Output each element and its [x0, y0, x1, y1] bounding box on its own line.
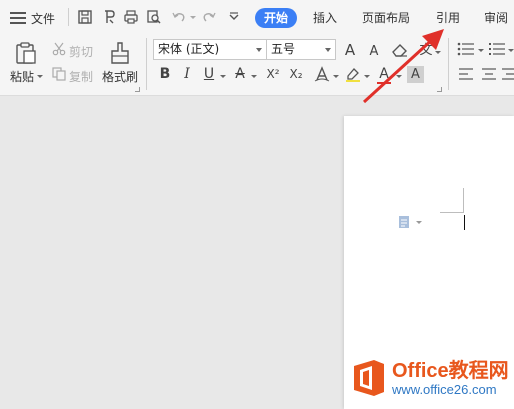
tab-home[interactable]: 开始 — [255, 8, 298, 28]
font-size-select[interactable]: 五号 — [266, 39, 336, 60]
strikethrough-button[interactable]: A — [231, 65, 249, 83]
numbered-list-icon[interactable] — [488, 41, 506, 57]
font-name-dropdown-icon — [256, 48, 262, 52]
undo-dropdown-icon[interactable] — [190, 16, 196, 19]
print-icon[interactable] — [122, 8, 140, 26]
paste-button[interactable]: 粘贴 — [10, 68, 34, 85]
redo-icon[interactable] — [200, 8, 218, 26]
font-size-value: 五号 — [271, 42, 296, 56]
superscript-button[interactable]: X² — [263, 65, 283, 83]
export-pdf-icon[interactable] — [100, 8, 118, 26]
tab-insert[interactable]: 插入 — [313, 9, 337, 27]
tab-references[interactable]: 引用 — [436, 9, 460, 27]
watermark-title: Office教程网 — [392, 359, 509, 382]
numbered-dropdown-icon[interactable] — [508, 49, 514, 52]
paste-dropdown-icon[interactable] — [37, 75, 43, 78]
margin-marker-vertical — [463, 188, 464, 212]
italic-button[interactable]: I — [178, 65, 196, 83]
save-icon[interactable] — [76, 8, 94, 26]
copy-button[interactable]: 复制 — [69, 68, 93, 85]
annotation-arrow — [362, 29, 444, 104]
watermark-url: www.office26.com — [392, 381, 497, 397]
tab-page-layout[interactable]: 页面布局 — [362, 9, 410, 27]
format-painter-icon[interactable] — [108, 40, 132, 66]
text-cursor — [464, 215, 465, 230]
font-name-value: 宋体 (正文) — [158, 42, 220, 56]
file-menu-label: 文件 — [31, 11, 56, 26]
copy-icon[interactable] — [52, 67, 66, 81]
font-size-dropdown-icon — [325, 48, 331, 52]
align-center-icon[interactable] — [480, 67, 498, 81]
hamburger-icon — [10, 12, 26, 24]
bullet-list-icon[interactable] — [457, 41, 475, 57]
strikethrough-dropdown-icon[interactable] — [251, 75, 257, 78]
text-effect-icon[interactable] — [313, 66, 331, 82]
divider — [146, 38, 147, 90]
file-menu[interactable]: 文件 — [10, 9, 55, 27]
margin-marker-horizontal — [440, 212, 464, 213]
underline-button[interactable]: U — [200, 65, 218, 83]
font-name-select[interactable]: 宋体 (正文) — [153, 39, 267, 60]
tab-review[interactable]: 审阅 — [484, 9, 508, 27]
underline-dropdown-icon[interactable] — [220, 75, 226, 78]
print-preview-icon[interactable] — [145, 8, 163, 26]
cut-button[interactable]: 剪切 — [69, 43, 93, 60]
clipboard-group-launcher[interactable] — [135, 87, 140, 92]
paragraph-layout-icon[interactable] — [398, 214, 424, 233]
text-effect-dropdown-icon[interactable] — [333, 75, 339, 78]
paste-icon[interactable] — [14, 40, 38, 66]
align-left-icon[interactable] — [457, 67, 475, 81]
scissors-icon[interactable] — [52, 42, 66, 56]
watermark: Office教程网 www.office26.com — [350, 358, 509, 398]
undo-icon[interactable] — [170, 8, 188, 26]
subscript-button[interactable]: X₂ — [286, 65, 306, 83]
align-right-icon[interactable] — [502, 67, 514, 81]
bold-button[interactable]: B — [156, 65, 174, 83]
chevron-down-icon[interactable] — [225, 8, 243, 26]
bullet-dropdown-icon[interactable] — [478, 49, 484, 52]
grow-font-button[interactable]: A — [341, 41, 359, 59]
office-logo-icon — [354, 360, 384, 396]
format-painter-button[interactable]: 格式刷 — [102, 68, 138, 85]
divider — [68, 8, 69, 26]
